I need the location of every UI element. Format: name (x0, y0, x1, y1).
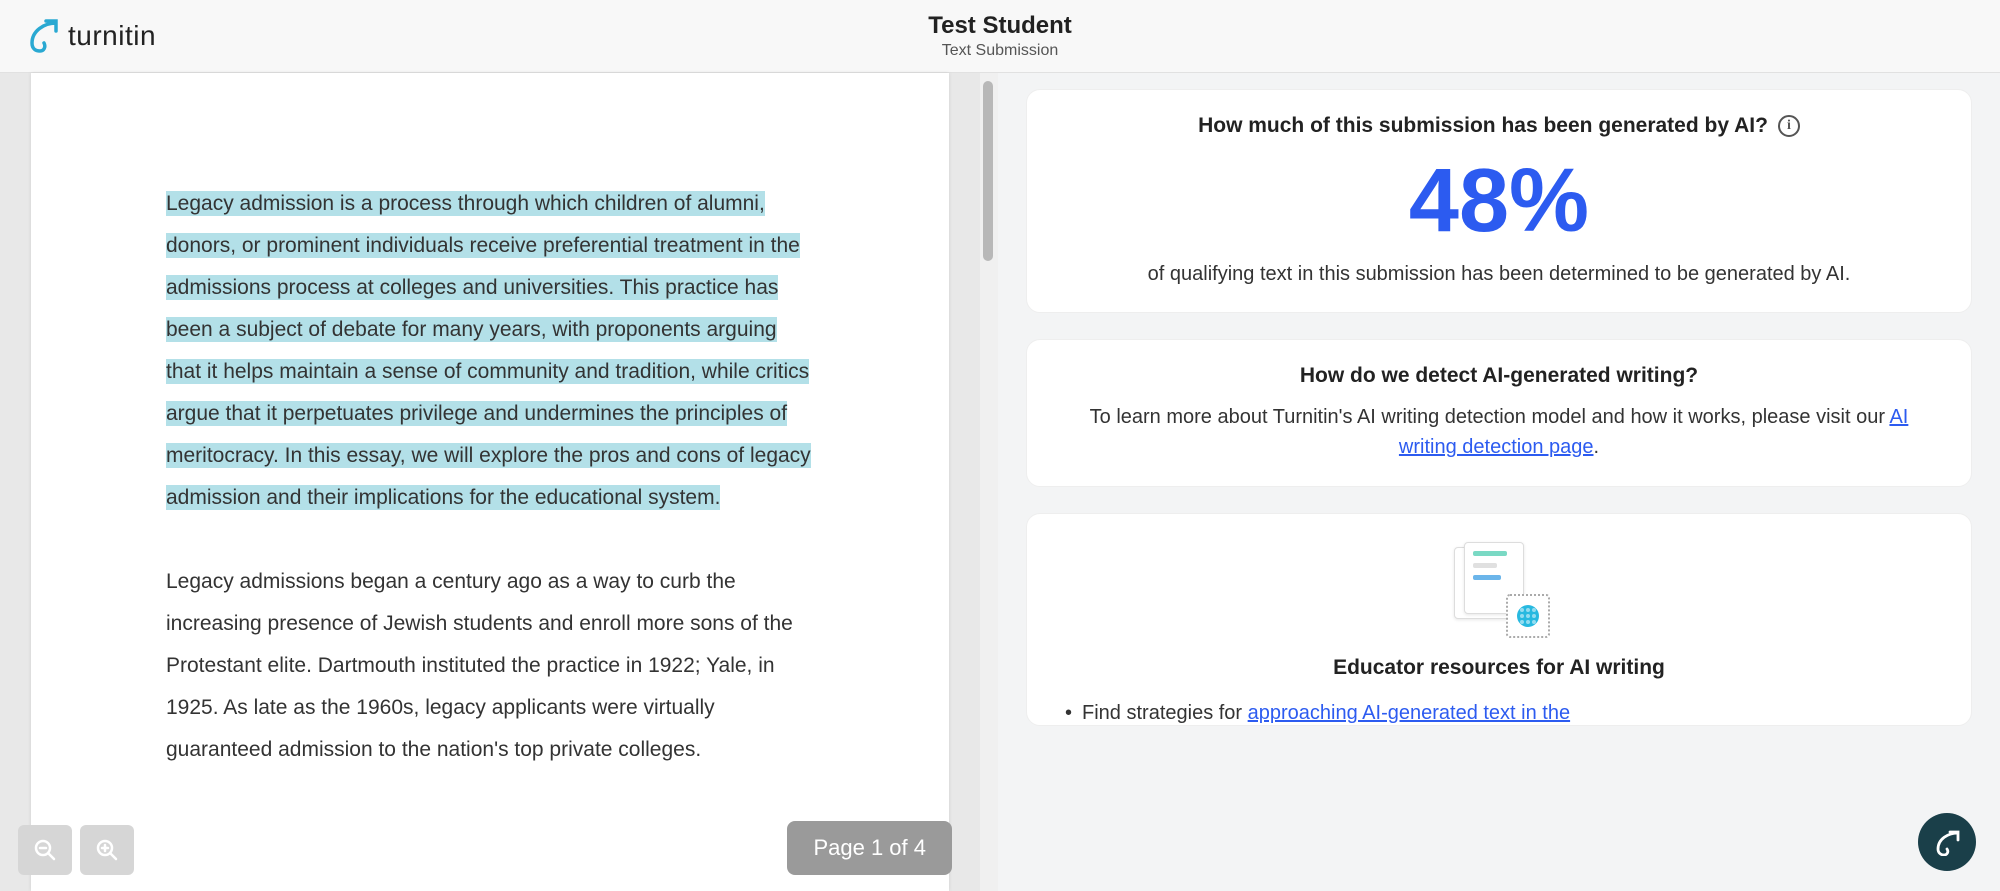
zoom-in-button[interactable] (80, 825, 134, 875)
essay-paragraph-2: Legacy admissions began a century ago as… (166, 561, 814, 771)
document-page: Legacy admission is a process through wh… (31, 73, 949, 891)
zoom-out-button[interactable] (18, 825, 72, 875)
document-scrollbar[interactable] (980, 73, 998, 891)
resources-title: Educator resources for AI writing (1061, 656, 1937, 680)
ai-detect-body: To learn more about Turnitin's AI writin… (1061, 402, 1937, 462)
ai-text-strategies-link[interactable]: approaching AI-generated text in the (1248, 702, 1570, 724)
zoom-out-icon (33, 838, 57, 862)
ai-side-panel: How much of this submission has been gen… (998, 73, 2000, 891)
app-header: turnitin Test Student Text Submission (0, 0, 2000, 73)
brand-name: turnitin (68, 20, 156, 52)
header-title-block: Test Student Text Submission (928, 12, 1072, 60)
resources-illustration (1454, 542, 1544, 632)
ai-score-percent: 48% (1061, 156, 1937, 246)
info-icon[interactable]: i (1778, 115, 1800, 137)
bullet-prefix: Find strategies for (1082, 702, 1248, 724)
document-viewer[interactable]: Legacy admission is a process through wh… (0, 73, 980, 891)
zoom-in-icon (95, 838, 119, 862)
essay-content[interactable]: Legacy admission is a process through wh… (166, 183, 814, 771)
scrollbar-thumb[interactable] (983, 81, 993, 261)
ai-score-description: of qualifying text in this submission ha… (1061, 260, 1937, 288)
educator-resources-card: Educator resources for AI writing • Find… (1026, 513, 1972, 726)
help-icon (1934, 828, 1960, 856)
ai-score-card: How much of this submission has been gen… (1026, 89, 1972, 313)
zoom-controls (18, 825, 134, 875)
ai-highlight: Legacy admission is a process through wh… (166, 191, 811, 510)
essay-paragraph-1: Legacy admission is a process through wh… (166, 183, 814, 519)
ai-detect-title: How do we detect AI-generated writing? (1061, 364, 1937, 388)
help-floating-button[interactable] (1918, 813, 1976, 871)
ai-detect-body-suffix: . (1594, 436, 1600, 458)
page-indicator: Page 1 of 4 (787, 821, 952, 875)
submission-type: Text Submission (928, 42, 1072, 60)
resources-bullet-1: • Find strategies for approaching AI-gen… (1061, 702, 1937, 725)
student-name: Test Student (928, 12, 1072, 40)
ai-detect-body-prefix: To learn more about Turnitin's AI writin… (1090, 406, 1890, 428)
turnitin-logo-icon (28, 19, 58, 53)
ai-detect-card: How do we detect AI-generated writing? T… (1026, 339, 1972, 487)
bullet-icon: • (1065, 702, 1072, 725)
ai-score-title: How much of this submission has been gen… (1198, 114, 1768, 138)
brand-logo[interactable]: turnitin (28, 19, 156, 53)
main-area: Legacy admission is a process through wh… (0, 73, 2000, 891)
